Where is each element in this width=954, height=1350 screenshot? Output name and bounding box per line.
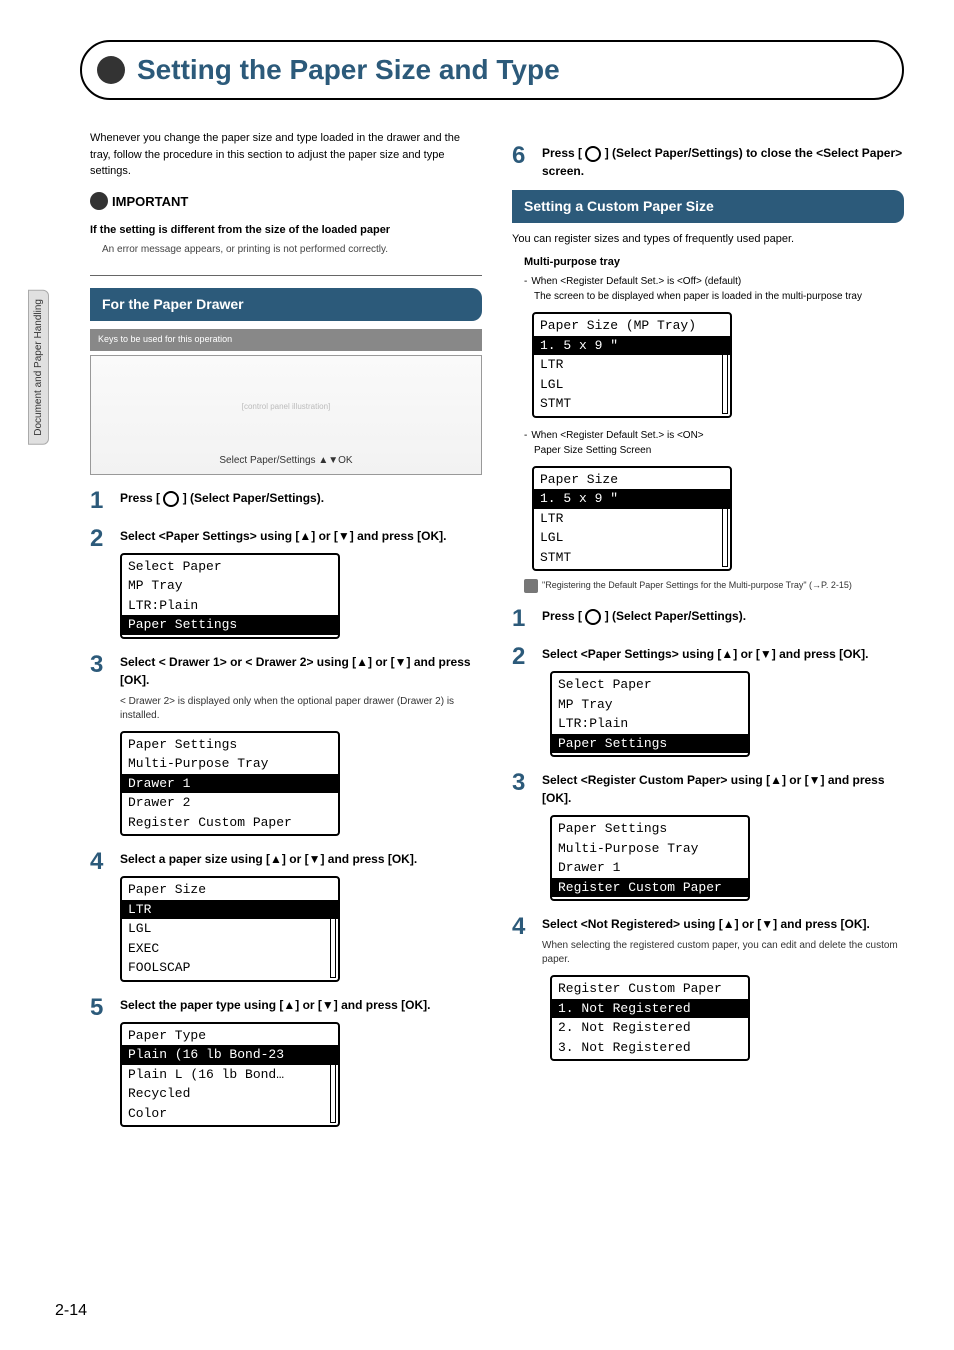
lcd-select-paper: Select Paper MP Tray LTR:Plain Paper Set… (120, 553, 340, 639)
step-number: 4 (512, 915, 532, 939)
lcd-paper-settings: Paper Settings Multi-Purpose Tray Drawer… (120, 731, 340, 837)
step-number: 3 (90, 653, 110, 677)
right-step-6: 6 Press [ ] (Select Paper/Settings) to c… (512, 144, 904, 180)
scrollbar-icon (330, 900, 336, 978)
right-step-2: 2 Select <Paper Settings> using [▲] or [… (512, 645, 904, 757)
lcd-mp-a: Paper Size (MP Tray) 1. 5 x 9 " LTR LGL … (532, 312, 732, 418)
page-number: 2-14 (55, 1302, 87, 1320)
step-text: Press [ ] (Select Paper/Settings). (542, 609, 746, 623)
cross-reference: "Registering the Default Paper Settings … (524, 579, 904, 593)
right-column: 6 Press [ ] (Select Paper/Settings) to c… (512, 130, 904, 1127)
control-panel-diagram: [control panel illustration] Select Pape… (90, 355, 482, 475)
lcd-paper-size: Paper Size LTR LGL EXEC FOOLSCAP (120, 876, 340, 982)
scrollbar-icon (722, 490, 728, 568)
circle-button-icon (585, 146, 601, 162)
left-step-4: 4 Select a paper size using [▲] or [▼] a… (90, 850, 482, 982)
lcd-select-paper-r: Select Paper MP Tray LTR:Plain Paper Set… (550, 671, 750, 757)
step-text: Select the paper type using [▲] or [▼] a… (120, 998, 430, 1012)
divider (90, 275, 482, 276)
step-number: 6 (512, 144, 532, 168)
right-step-4: 4 Select <Not Registered> using [▲] or [… (512, 915, 904, 1061)
custom-intro: You can register sizes and types of freq… (512, 231, 904, 248)
step-number: 4 (90, 850, 110, 874)
left-step-5: 5 Select the paper type using [▲] or [▼]… (90, 996, 482, 1128)
step-text: Select < Drawer 1> or < Drawer 2> using … (120, 655, 471, 687)
section-header-paper-drawer: For the Paper Drawer (90, 288, 482, 321)
circle-button-icon (585, 609, 601, 625)
mp-bullet-2: When <Register Default Set.> is <ON> (524, 428, 904, 443)
section-header-custom-size: Setting a Custom Paper Size (512, 190, 904, 223)
page-title-band: Setting the Paper Size and Type (80, 40, 904, 100)
step-number: 1 (90, 489, 110, 513)
mp-title: Multi-purpose tray (524, 254, 904, 271)
step-text: Select <Register Custom Paper> using [▲]… (542, 773, 885, 805)
important-label: IMPORTANT (90, 192, 198, 212)
step-text: Select <Not Registered> using [▲] or [▼]… (542, 917, 870, 931)
panel-caption: Select Paper/Settings ▲▼OK (97, 453, 475, 468)
step-number: 2 (90, 527, 110, 551)
circle-button-icon (163, 491, 179, 507)
mp-bullet-1b: The screen to be displayed when paper is… (534, 289, 904, 304)
side-tab: Document and Paper Handling (28, 290, 49, 445)
step-note: When selecting the registered custom pap… (542, 939, 904, 967)
right-step-3: 3 Select <Register Custom Paper> using [… (512, 771, 904, 901)
scrollbar-icon (330, 1046, 336, 1124)
left-step-2: 2 Select <Paper Settings> using [▲] or [… (90, 527, 482, 639)
step-number: 5 (90, 996, 110, 1020)
step-number: 1 (512, 607, 532, 631)
lcd-paper-type: Paper Type Plain (16 lb Bond-23 Plain L … (120, 1022, 340, 1128)
left-column: Whenever you change the paper size and t… (90, 130, 482, 1127)
step-number: 3 (512, 771, 532, 795)
page-title: Setting the Paper Size and Type (137, 54, 882, 86)
scrollbar-icon (722, 336, 728, 414)
lcd-mp-b: Paper Size 1. 5 x 9 " LTR LGL STMT (532, 466, 732, 572)
step-text: Select a paper size using [▲] or [▼] and… (120, 852, 417, 866)
step-text: Press [ ] (Select Paper/Settings). (120, 491, 324, 505)
lcd-paper-settings-r: Paper Settings Multi-Purpose Tray Drawer… (550, 815, 750, 901)
left-step-3: 3 Select < Drawer 1> or < Drawer 2> usin… (90, 653, 482, 837)
xref-icon (524, 579, 538, 593)
left-step-1: 1 Press [ ] (Select Paper/Settings). (90, 489, 482, 513)
lcd-register-custom: Register Custom Paper 1. Not Registered … (550, 975, 750, 1061)
keys-label: Keys to be used for this operation (90, 329, 482, 351)
step-text: Press [ ] (Select Paper/Settings) to clo… (542, 146, 902, 178)
step-note: < Drawer 2> is displayed only when the o… (120, 695, 482, 723)
intro-text: Whenever you change the paper size and t… (90, 130, 482, 180)
title-dot-icon (97, 56, 125, 84)
important-heading: If the setting is different from the siz… (90, 222, 482, 239)
important-note: An error message appears, or printing is… (102, 242, 482, 257)
step-text: Select <Paper Settings> using [▲] or [▼]… (120, 529, 446, 543)
mp-tray-block: Multi-purpose tray When <Register Defaul… (524, 254, 904, 594)
step-number: 2 (512, 645, 532, 669)
right-step-1: 1 Press [ ] (Select Paper/Settings). (512, 607, 904, 631)
step-text: Select <Paper Settings> using [▲] or [▼]… (542, 647, 868, 661)
mp-bullet-2b: Paper Size Setting Screen (534, 443, 904, 458)
mp-bullet-1: When <Register Default Set.> is <Off> (d… (524, 274, 904, 289)
